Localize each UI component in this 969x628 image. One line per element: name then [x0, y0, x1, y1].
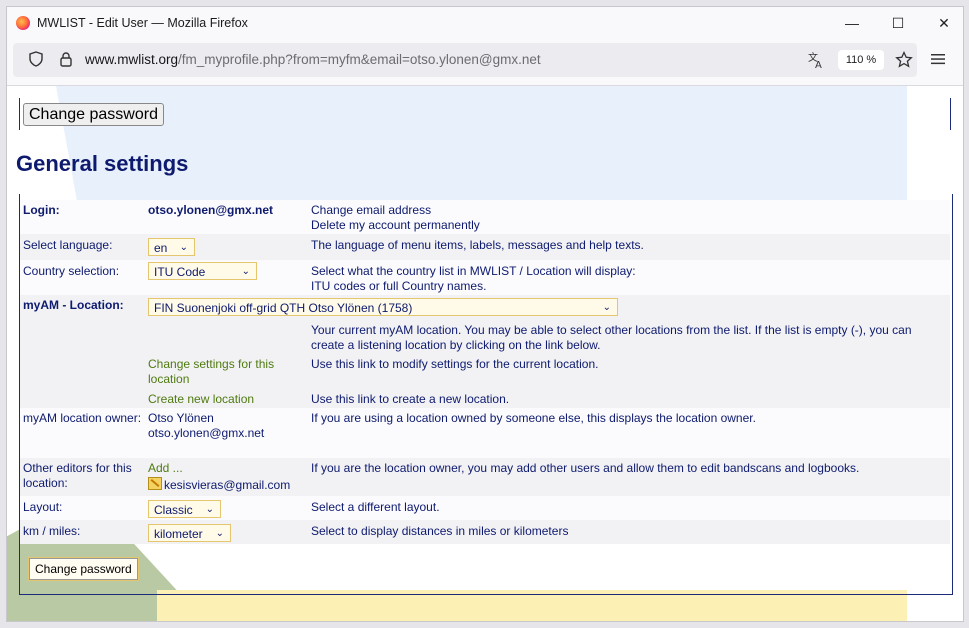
layout-select[interactable]: Classic ⌄: [148, 500, 221, 518]
url-text[interactable]: www.mwlist.org/fm_myprofile.php?from=myf…: [85, 52, 541, 67]
star-icon[interactable]: [895, 50, 913, 69]
location-selected: FIN Suonenjoki off-grid QTH Otso Ylönen …: [154, 301, 413, 315]
chevron-down-icon: ⌄: [602, 302, 611, 313]
chevron-down-icon: ⌄: [205, 504, 214, 515]
url-path: /fm_myprofile.php?from=myfm&email=otso.y…: [178, 52, 541, 67]
location-desc-1: Your current myAM location. You may be a…: [311, 323, 912, 337]
location-desc-2: create a listening location by clicking …: [311, 338, 601, 352]
divider: [19, 98, 20, 130]
country-desc-1: Select what the country list in MWLIST /…: [311, 264, 636, 278]
login-row: Login: otso.ylonen@gmx.net Change email …: [20, 200, 950, 234]
change-password-button[interactable]: Change password: [28, 557, 139, 581]
title-bar: MWLIST - Edit User — Mozilla Firefox — ☐…: [7, 7, 963, 39]
create-location-link[interactable]: Create new location: [148, 392, 254, 407]
language-selected: en: [154, 241, 168, 255]
language-row: Select language: en ⌄ The language of me…: [20, 234, 950, 260]
location-row: myAM - Location: FIN Suonenjoki off-grid…: [20, 295, 950, 408]
address-bar[interactable]: www.mwlist.org/fm_myprofile.php?from=myf…: [13, 43, 917, 77]
country-row: Country selection: ITU Code ⌄ Select wha…: [20, 260, 950, 295]
page-heading: General settings: [16, 151, 189, 176]
change-email-link[interactable]: Change email address: [311, 203, 931, 218]
firefox-icon: [16, 16, 30, 30]
maximize-button[interactable]: ☐: [875, 7, 921, 39]
change-location-settings-link[interactable]: Change settings for this: [148, 357, 274, 372]
editors-label-1: Other editors for this: [23, 461, 132, 475]
shield-icon[interactable]: [27, 51, 45, 69]
distance-desc: Select to display distances in miles or …: [311, 524, 569, 538]
translate-icon[interactable]: 文A: [807, 51, 825, 71]
country-select[interactable]: ITU Code ⌄: [148, 262, 257, 280]
owner-name: Otso Ylönen: [148, 411, 214, 425]
layout-row: Layout: Classic ⌄ Select a different lay…: [20, 496, 950, 520]
location-label: myAM - Location:: [23, 298, 124, 312]
distance-selected: kilometer: [154, 527, 203, 541]
lock-icon[interactable]: [57, 51, 75, 69]
zoom-level[interactable]: 110 %: [838, 50, 884, 70]
language-select[interactable]: en ⌄: [148, 238, 195, 256]
chevron-down-icon: ⌄: [241, 266, 250, 277]
window-title: MWLIST - Edit User — Mozilla Firefox: [37, 16, 248, 30]
remove-editor-icon[interactable]: [148, 477, 162, 490]
layout-label: Layout:: [23, 500, 63, 514]
editors-row: Other editors for this location: Add ...…: [20, 458, 950, 496]
login-value: otso.ylonen@gmx.net: [148, 203, 274, 217]
menu-icon[interactable]: [927, 51, 949, 73]
editors-desc: If you are the location owner, you may a…: [311, 461, 860, 475]
chevron-down-icon: ⌄: [215, 528, 224, 539]
language-desc: The language of menu items, labels, mess…: [311, 238, 644, 252]
owner-label: myAM location owner:: [23, 411, 142, 425]
language-label: Select language:: [23, 238, 113, 252]
login-label: Login:: [23, 203, 60, 217]
location-select[interactable]: FIN Suonenjoki off-grid QTH Otso Ylönen …: [148, 298, 618, 316]
page-content: Change password General settings Login: …: [7, 86, 963, 621]
editor-email: kesisvieras@gmail.com: [164, 478, 291, 492]
layout-selected: Classic: [154, 503, 193, 517]
divider: [950, 98, 951, 130]
browser-window: MWLIST - Edit User — Mozilla Firefox — ☐…: [6, 6, 964, 622]
country-selected: ITU Code: [154, 265, 206, 279]
chevron-down-icon: ⌄: [179, 242, 188, 253]
distance-label: km / miles:: [23, 524, 81, 538]
country-desc-2: ITU codes or full Country names.: [311, 279, 487, 293]
navigation-toolbar: www.mwlist.org/fm_myprofile.php?from=myf…: [7, 39, 963, 86]
close-button[interactable]: ✕: [921, 7, 963, 39]
minimize-button[interactable]: —: [829, 7, 875, 39]
create-location-desc: Use this link to create a new location.: [311, 392, 510, 406]
editors-label-2: location:: [23, 476, 68, 490]
delete-account-link[interactable]: Delete my account permanently: [311, 218, 931, 233]
distance-select[interactable]: kilometer ⌄: [148, 524, 231, 542]
url-domain: www.mwlist.org: [85, 52, 179, 67]
country-label: Country selection:: [23, 264, 120, 278]
owner-desc: If you are using a location owned by som…: [311, 411, 756, 425]
change-settings-desc: Use this link to modify settings for the…: [311, 357, 599, 371]
change-location-settings-link-2[interactable]: location: [148, 372, 189, 387]
layout-desc: Select a different layout.: [311, 500, 440, 514]
owner-row: myAM location owner: Otso Ylönen otso.yl…: [20, 408, 950, 458]
owner-email: otso.ylonen@gmx.net: [148, 426, 265, 440]
editor-entry: kesisvieras@gmail.com: [148, 477, 290, 493]
change-password-button-top[interactable]: Change password: [23, 103, 164, 126]
svg-text:A: A: [815, 60, 822, 69]
add-editor-link[interactable]: Add ...: [148, 461, 183, 476]
distance-row: km / miles: kilometer ⌄ Select to displa…: [20, 520, 950, 544]
